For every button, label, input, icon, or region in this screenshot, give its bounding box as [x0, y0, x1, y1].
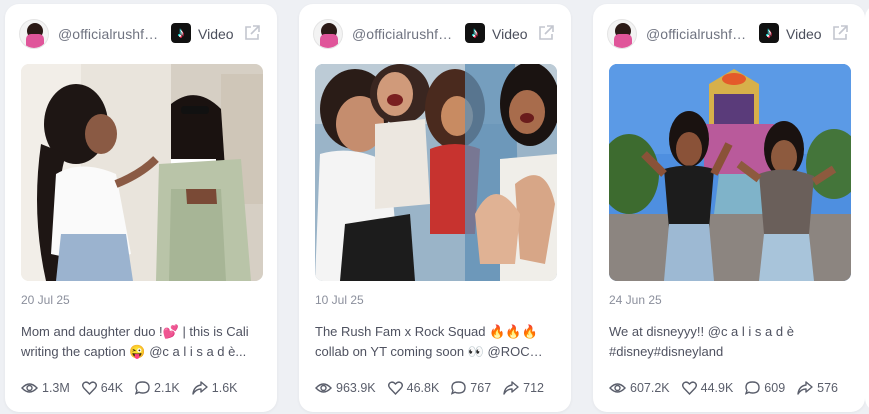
- caption-line: collab on YT coming soon 👀 @ROCK...: [315, 344, 547, 359]
- shares-count: 1.6K: [211, 381, 238, 395]
- shares-stat: 576: [797, 381, 838, 395]
- share-icon: [503, 381, 519, 395]
- account-handle[interactable]: @officialrushfa...: [58, 26, 162, 42]
- account-handle[interactable]: @officialrushfa...: [352, 26, 456, 42]
- shares-count: 712: [523, 381, 545, 395]
- post-date: 10 Jul 25: [315, 293, 364, 307]
- post-card[interactable]: @officialrushfa... ♪ Video: [593, 4, 865, 412]
- video-thumbnail[interactable]: [21, 64, 263, 281]
- post-stats: 607.2K 44.9K 609 576: [609, 379, 855, 397]
- comments-count: 609: [764, 381, 786, 395]
- likes-stat: 44.9K: [681, 381, 734, 395]
- card-header: @officialrushfa... ♪ Video: [299, 4, 571, 62]
- comment-icon: [135, 381, 150, 395]
- avatar[interactable]: [607, 19, 637, 49]
- heart-icon: [387, 381, 403, 395]
- tiktok-logo-icon: ♪: [759, 23, 779, 43]
- likes-count: 46.8K: [406, 381, 440, 395]
- external-link-icon[interactable]: [536, 23, 556, 43]
- caption-line: The Rush Fam x Rock Squad 🔥🔥🔥: [315, 324, 538, 339]
- post-caption[interactable]: We at disneyyy!! @c a l i s a d è #disne…: [609, 322, 841, 362]
- account-handle[interactable]: @officialrushfa...: [646, 26, 750, 42]
- views-count: 1.3M: [42, 381, 70, 395]
- caption-line: writing the caption 😜 @c a l i s a d è..…: [21, 344, 247, 359]
- views-count: 607.2K: [630, 381, 670, 395]
- tiktok-logo-icon: ♪: [465, 23, 485, 43]
- caption-line: We at disneyyy!! @c a l i s a d è: [609, 324, 794, 339]
- post-stats: 1.3M 64K 2.1K 1.6K: [21, 379, 267, 397]
- likes-count: 44.9K: [700, 381, 734, 395]
- post-caption[interactable]: Mom and daughter duo !💕 | this is Cali w…: [21, 322, 253, 362]
- likes-stat: 46.8K: [387, 381, 440, 395]
- post-caption[interactable]: The Rush Fam x Rock Squad 🔥🔥🔥 collab on …: [315, 322, 547, 362]
- comment-icon: [451, 381, 466, 395]
- post-card[interactable]: @officialrushfa... ♪ Video: [299, 4, 571, 412]
- shares-stat: 712: [503, 381, 544, 395]
- heart-icon: [681, 381, 697, 395]
- post-stats: 963.9K 46.8K 767 712: [315, 379, 561, 397]
- post-type-label: Video: [198, 26, 234, 42]
- post-date: 24 Jun 25: [609, 293, 662, 307]
- comments-stat: 2.1K: [135, 381, 180, 395]
- shares-stat: 1.6K: [192, 381, 238, 395]
- avatar[interactable]: [19, 19, 49, 49]
- caption-line: Mom and daughter duo !💕 | this is Cali: [21, 324, 249, 339]
- comments-count: 2.1K: [154, 381, 180, 395]
- video-thumbnail[interactable]: [315, 64, 557, 281]
- likes-stat: 64K: [81, 381, 124, 395]
- post-type-label: Video: [786, 26, 822, 42]
- eye-icon: [609, 383, 626, 393]
- comment-icon: [745, 381, 760, 395]
- share-icon: [192, 381, 208, 395]
- post-date: 20 Jul 25: [21, 293, 70, 307]
- comments-stat: 767: [451, 381, 491, 395]
- caption-line: #disney#disneyland: [609, 344, 724, 359]
- post-card[interactable]: @officialrushfa... ♪ Video 20 Jul 25 Mom…: [5, 4, 277, 412]
- views-stat: 1.3M: [21, 381, 70, 395]
- views-count: 963.9K: [336, 381, 376, 395]
- card-header: @officialrushfa... ♪ Video: [593, 4, 865, 62]
- avatar[interactable]: [313, 19, 343, 49]
- eye-icon: [315, 383, 332, 393]
- heart-icon: [81, 381, 97, 395]
- card-header: @officialrushfa... ♪ Video: [5, 4, 277, 62]
- views-stat: 607.2K: [609, 381, 670, 395]
- eye-icon: [21, 383, 38, 393]
- tiktok-logo-icon: ♪: [171, 23, 191, 43]
- likes-count: 64K: [100, 381, 124, 395]
- video-thumbnail[interactable]: [609, 64, 851, 281]
- post-type-label: Video: [492, 26, 528, 42]
- share-icon: [797, 381, 813, 395]
- views-stat: 963.9K: [315, 381, 376, 395]
- comments-stat: 609: [745, 381, 785, 395]
- shares-count: 576: [817, 381, 839, 395]
- external-link-icon[interactable]: [830, 23, 850, 43]
- external-link-icon[interactable]: [242, 23, 262, 43]
- comments-count: 767: [470, 381, 492, 395]
- next-card-edge: [865, 4, 869, 412]
